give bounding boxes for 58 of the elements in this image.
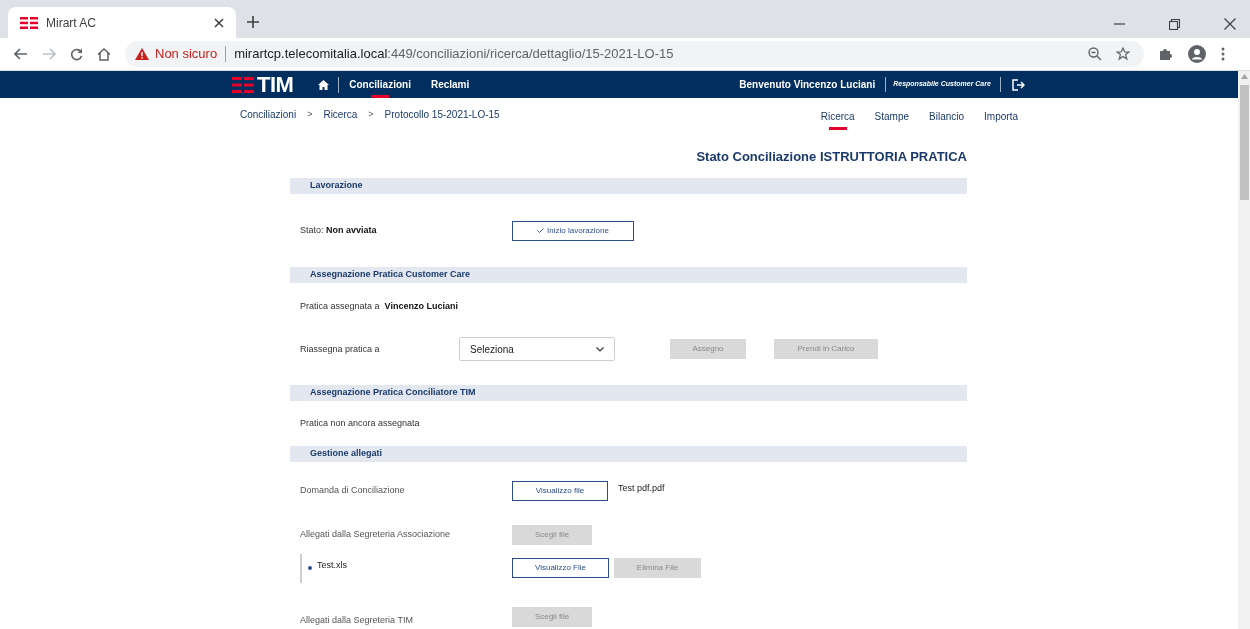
tab-title: Mirart AC: [46, 14, 97, 32]
zoom-out-icon[interactable]: [1088, 47, 1102, 61]
home-icon[interactable]: [97, 47, 111, 61]
warning-icon: [135, 48, 149, 60]
assignee-dropdown[interactable]: Seleziona: [459, 337, 615, 361]
address-bar[interactable]: Non sicuro mirartcp.telecomitalia.local:449/conciliazioni/ricerca/dettaglio/15-2021-LO-15: [125, 41, 1144, 67]
sub-nav-tab[interactable]: Importa: [984, 108, 1018, 130]
profile-icon[interactable]: [1188, 45, 1206, 63]
breadcrumb-link[interactable]: Conciliazioni: [240, 107, 297, 122]
action-button[interactable]: Visualizzo file: [512, 481, 608, 501]
tim-logo-icon: [232, 76, 254, 93]
breadcrumb-separator: >: [307, 107, 313, 121]
sub-nav-tab[interactable]: Bilancio: [929, 108, 965, 130]
sub-nav-tab[interactable]: Ricerca: [820, 108, 855, 130]
new-tab-icon[interactable]: [247, 16, 259, 28]
file-name: Test pdf.pdf: [618, 482, 665, 496]
scrollbar[interactable]: [1238, 71, 1250, 629]
sub-nav-tab[interactable]: Stampe: [874, 108, 910, 130]
section-header: Lavorazione: [290, 178, 967, 194]
browser-tab[interactable]: Mirart AC: [8, 7, 236, 38]
chevron-down-icon: [596, 346, 604, 352]
breadcrumb-separator: >: [368, 107, 374, 121]
welcome-text: Benvenuto Vincenzo Luciani: [739, 78, 876, 92]
field-label: Pratica non ancora assegnata: [300, 416, 420, 430]
bullet-icon: [308, 566, 312, 570]
field-label: Riassegna pratica a: [300, 343, 381, 356]
close-icon[interactable]: [214, 17, 224, 28]
reload-icon[interactable]: [70, 47, 83, 61]
assignment-text: Pratica assegnata a Vincenzo Luciani: [300, 300, 458, 314]
field-label: Domanda di Conciliazione: [300, 484, 406, 498]
url-text[interactable]: mirartcp.telecomitalia.local:449/conciliazioni/ricerca/dettaglio/15-2021-LO-15: [234, 44, 674, 64]
puzzle-icon[interactable]: [1159, 47, 1173, 61]
close-window-icon[interactable]: [1224, 18, 1236, 30]
tim-logo-icon: [20, 16, 38, 29]
action-button[interactable]: Inizio lavorazione: [512, 220, 634, 241]
security-label[interactable]: Non sicuro: [155, 44, 218, 64]
field-label: Allegati dalla Segreteria TIM: [300, 613, 414, 627]
section-header: Assegnazione Pratica Conciliatore TIM: [290, 385, 967, 401]
breadcrumb-link[interactable]: Protocollo 15-2021-LO-15: [384, 107, 500, 122]
attachment-name: Test.xls: [317, 559, 347, 573]
tim-logo[interactable]: TIM: [232, 73, 294, 96]
nav-link[interactable]: Conciliazioni: [349, 71, 411, 98]
logout-icon[interactable]: [1011, 78, 1025, 91]
menu-icon[interactable]: [1221, 47, 1225, 61]
home-icon[interactable]: [318, 79, 330, 90]
check-icon: [537, 228, 545, 233]
restore-icon[interactable]: [1169, 18, 1180, 30]
section-header: Gestione allegati: [290, 446, 967, 462]
breadcrumb-link[interactable]: Ricerca: [323, 107, 358, 122]
status-text: Stato: Non avviata: [300, 223, 378, 237]
field-label: Allegati dalla Segreteria Associazione: [300, 528, 452, 542]
scrollbar-thumb[interactable]: [1239, 85, 1249, 200]
section-header: Assegnazione Pratica Customer Care: [290, 267, 967, 283]
nav-link[interactable]: Reclami: [430, 71, 470, 98]
action-button[interactable]: Visualizzo File: [512, 558, 609, 578]
star-icon[interactable]: [1116, 47, 1130, 61]
back-icon[interactable]: [14, 48, 28, 60]
page-title: Stato Conciliazione ISTRUTTORIA PRATICA: [695, 148, 967, 166]
